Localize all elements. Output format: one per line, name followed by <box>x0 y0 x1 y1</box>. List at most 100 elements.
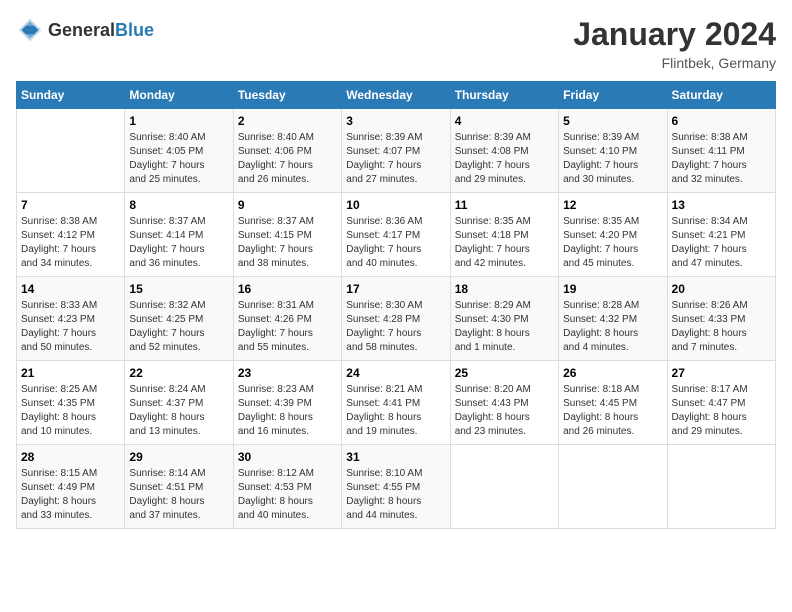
day-header-friday: Friday <box>559 82 667 109</box>
calendar-cell: 6 Sunrise: 8:38 AM Sunset: 4:11 PM Daylig… <box>667 109 775 193</box>
logo-general: General <box>48 20 115 40</box>
header-row: SundayMondayTuesdayWednesdayThursdayFrid… <box>17 82 776 109</box>
day-number: 1 <box>129 114 228 128</box>
day-number: 26 <box>563 366 662 380</box>
day-number: 27 <box>672 366 771 380</box>
day-info: Sunrise: 8:38 AM Sunset: 4:12 PM Dayligh… <box>21 215 120 271</box>
calendar-cell: 8 Sunrise: 8:37 AM Sunset: 4:14 PM Daylig… <box>125 193 233 277</box>
day-header-thursday: Thursday <box>450 82 558 109</box>
day-info: Sunrise: 8:25 AM Sunset: 4:35 PM Dayligh… <box>21 383 120 439</box>
day-number: 11 <box>455 198 554 212</box>
day-number: 25 <box>455 366 554 380</box>
day-info: Sunrise: 8:15 AM Sunset: 4:49 PM Dayligh… <box>21 467 120 523</box>
day-info: Sunrise: 8:39 AM Sunset: 4:10 PM Dayligh… <box>563 131 662 187</box>
day-info: Sunrise: 8:35 AM Sunset: 4:20 PM Dayligh… <box>563 215 662 271</box>
calendar-cell: 11 Sunrise: 8:35 AM Sunset: 4:18 PM Dayli… <box>450 193 558 277</box>
calendar-cell: 19 Sunrise: 8:28 AM Sunset: 4:32 PM Dayli… <box>559 277 667 361</box>
day-number: 29 <box>129 450 228 464</box>
day-number: 5 <box>563 114 662 128</box>
day-info: Sunrise: 8:24 AM Sunset: 4:37 PM Dayligh… <box>129 383 228 439</box>
day-info: Sunrise: 8:10 AM Sunset: 4:55 PM Dayligh… <box>346 467 445 523</box>
week-row-4: 21 Sunrise: 8:25 AM Sunset: 4:35 PM Dayli… <box>17 361 776 445</box>
calendar-cell <box>450 445 558 529</box>
header: GeneralBlue January 2024 Flintbek, Germa… <box>16 16 776 71</box>
day-number: 3 <box>346 114 445 128</box>
day-number: 17 <box>346 282 445 296</box>
day-number: 6 <box>672 114 771 128</box>
calendar-cell: 26 Sunrise: 8:18 AM Sunset: 4:45 PM Dayli… <box>559 361 667 445</box>
day-number: 2 <box>238 114 337 128</box>
calendar-cell: 1 Sunrise: 8:40 AM Sunset: 4:05 PM Daylig… <box>125 109 233 193</box>
day-info: Sunrise: 8:34 AM Sunset: 4:21 PM Dayligh… <box>672 215 771 271</box>
day-info: Sunrise: 8:40 AM Sunset: 4:05 PM Dayligh… <box>129 131 228 187</box>
week-row-5: 28 Sunrise: 8:15 AM Sunset: 4:49 PM Dayli… <box>17 445 776 529</box>
day-info: Sunrise: 8:36 AM Sunset: 4:17 PM Dayligh… <box>346 215 445 271</box>
day-number: 15 <box>129 282 228 296</box>
calendar-cell: 24Sunrise: 8:21 AM Sunset: 4:41 PM Dayli… <box>342 361 450 445</box>
calendar-cell: 28 Sunrise: 8:15 AM Sunset: 4:49 PM Dayli… <box>17 445 125 529</box>
day-info: Sunrise: 8:35 AM Sunset: 4:18 PM Dayligh… <box>455 215 554 271</box>
day-number: 18 <box>455 282 554 296</box>
calendar-cell: 7 Sunrise: 8:38 AM Sunset: 4:12 PM Daylig… <box>17 193 125 277</box>
day-number: 19 <box>563 282 662 296</box>
day-number: 23 <box>238 366 337 380</box>
day-info: Sunrise: 8:20 AM Sunset: 4:43 PM Dayligh… <box>455 383 554 439</box>
day-info: Sunrise: 8:38 AM Sunset: 4:11 PM Dayligh… <box>672 131 771 187</box>
day-info: Sunrise: 8:23 AM Sunset: 4:39 PM Dayligh… <box>238 383 337 439</box>
day-number: 9 <box>238 198 337 212</box>
day-info: Sunrise: 8:26 AM Sunset: 4:33 PM Dayligh… <box>672 299 771 355</box>
calendar-cell: 30Sunrise: 8:12 AM Sunset: 4:53 PM Dayli… <box>233 445 341 529</box>
calendar-cell: 15 Sunrise: 8:32 AM Sunset: 4:25 PM Dayli… <box>125 277 233 361</box>
day-info: Sunrise: 8:31 AM Sunset: 4:26 PM Dayligh… <box>238 299 337 355</box>
day-number: 22 <box>129 366 228 380</box>
day-info: Sunrise: 8:32 AM Sunset: 4:25 PM Dayligh… <box>129 299 228 355</box>
calendar-cell: 12 Sunrise: 8:35 AM Sunset: 4:20 PM Dayli… <box>559 193 667 277</box>
day-info: Sunrise: 8:39 AM Sunset: 4:07 PM Dayligh… <box>346 131 445 187</box>
logo-text: GeneralBlue <box>48 20 154 41</box>
day-header-sunday: Sunday <box>17 82 125 109</box>
day-info: Sunrise: 8:30 AM Sunset: 4:28 PM Dayligh… <box>346 299 445 355</box>
week-row-3: 14 Sunrise: 8:33 AM Sunset: 4:23 PM Dayli… <box>17 277 776 361</box>
day-number: 7 <box>21 198 120 212</box>
calendar-cell: 25 Sunrise: 8:20 AM Sunset: 4:43 PM Dayli… <box>450 361 558 445</box>
title-area: January 2024 Flintbek, Germany <box>573 16 776 71</box>
calendar-cell: 17 Sunrise: 8:30 AM Sunset: 4:28 PM Dayli… <box>342 277 450 361</box>
day-info: Sunrise: 8:12 AM Sunset: 4:53 PM Dayligh… <box>238 467 337 523</box>
calendar-cell: 22 Sunrise: 8:24 AM Sunset: 4:37 PM Dayli… <box>125 361 233 445</box>
day-info: Sunrise: 8:37 AM Sunset: 4:15 PM Dayligh… <box>238 215 337 271</box>
calendar-cell: 9 Sunrise: 8:37 AM Sunset: 4:15 PM Daylig… <box>233 193 341 277</box>
day-info: Sunrise: 8:33 AM Sunset: 4:23 PM Dayligh… <box>21 299 120 355</box>
location: Flintbek, Germany <box>573 55 776 71</box>
calendar-cell <box>559 445 667 529</box>
calendar-cell: 27 Sunrise: 8:17 AM Sunset: 4:47 PM Dayli… <box>667 361 775 445</box>
calendar-cell: 18Sunrise: 8:29 AM Sunset: 4:30 PM Dayli… <box>450 277 558 361</box>
day-info: Sunrise: 8:17 AM Sunset: 4:47 PM Dayligh… <box>672 383 771 439</box>
day-info: Sunrise: 8:37 AM Sunset: 4:14 PM Dayligh… <box>129 215 228 271</box>
day-number: 4 <box>455 114 554 128</box>
calendar-cell: 31Sunrise: 8:10 AM Sunset: 4:55 PM Dayli… <box>342 445 450 529</box>
calendar-cell: 10Sunrise: 8:36 AM Sunset: 4:17 PM Dayli… <box>342 193 450 277</box>
calendar-cell <box>17 109 125 193</box>
day-number: 8 <box>129 198 228 212</box>
day-info: Sunrise: 8:28 AM Sunset: 4:32 PM Dayligh… <box>563 299 662 355</box>
calendar-cell: 13 Sunrise: 8:34 AM Sunset: 4:21 PM Dayli… <box>667 193 775 277</box>
week-row-2: 7 Sunrise: 8:38 AM Sunset: 4:12 PM Daylig… <box>17 193 776 277</box>
day-number: 20 <box>672 282 771 296</box>
calendar-cell: 5 Sunrise: 8:39 AM Sunset: 4:10 PM Daylig… <box>559 109 667 193</box>
day-number: 13 <box>672 198 771 212</box>
logo: GeneralBlue <box>16 16 154 44</box>
day-info: Sunrise: 8:18 AM Sunset: 4:45 PM Dayligh… <box>563 383 662 439</box>
day-number: 28 <box>21 450 120 464</box>
day-number: 14 <box>21 282 120 296</box>
calendar-cell: 14 Sunrise: 8:33 AM Sunset: 4:23 PM Dayli… <box>17 277 125 361</box>
calendar-cell: 4Sunrise: 8:39 AM Sunset: 4:08 PM Daylig… <box>450 109 558 193</box>
week-row-1: 1 Sunrise: 8:40 AM Sunset: 4:05 PM Daylig… <box>17 109 776 193</box>
day-header-wednesday: Wednesday <box>342 82 450 109</box>
day-info: Sunrise: 8:14 AM Sunset: 4:51 PM Dayligh… <box>129 467 228 523</box>
day-number: 21 <box>21 366 120 380</box>
calendar-cell <box>667 445 775 529</box>
day-number: 12 <box>563 198 662 212</box>
logo-blue: Blue <box>115 20 154 40</box>
calendar-cell: 3 Sunrise: 8:39 AM Sunset: 4:07 PM Daylig… <box>342 109 450 193</box>
calendar-cell: 20 Sunrise: 8:26 AM Sunset: 4:33 PM Dayli… <box>667 277 775 361</box>
